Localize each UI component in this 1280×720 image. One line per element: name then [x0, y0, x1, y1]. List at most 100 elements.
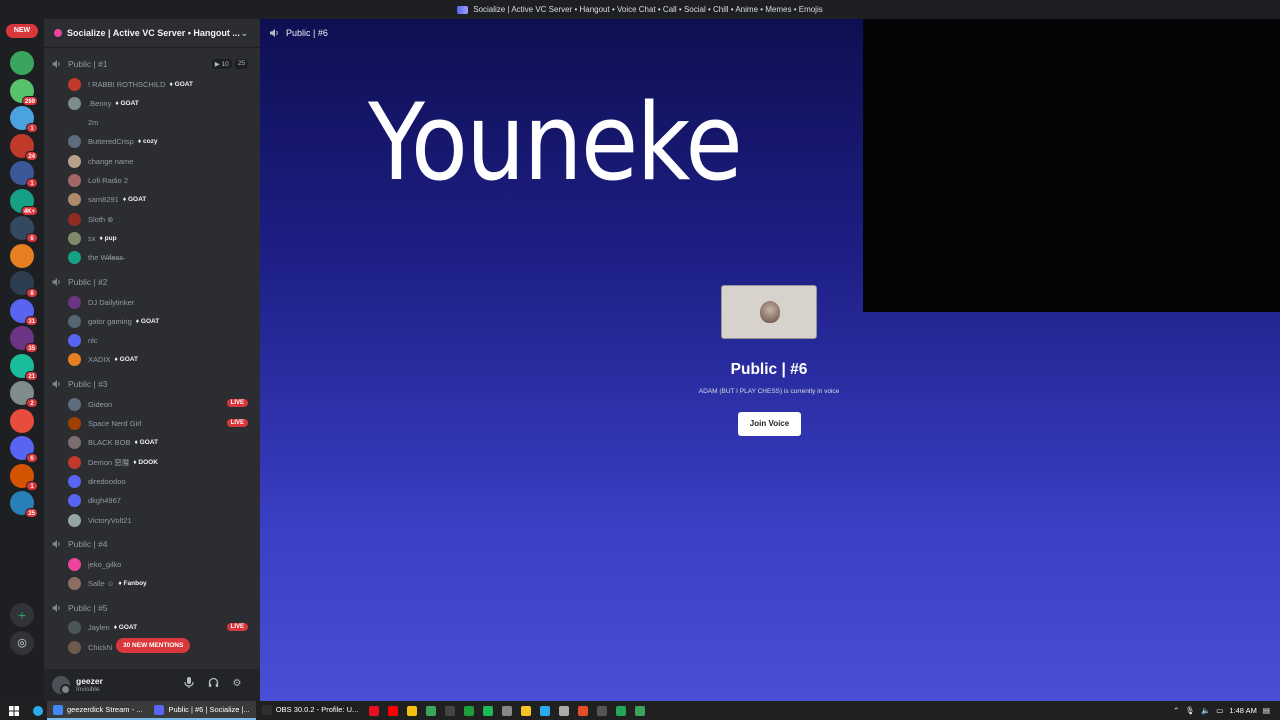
server-icon[interactable]: 35	[10, 326, 38, 353]
server-header[interactable]: Socialize | Active VC Server • Hangout .…	[44, 19, 260, 48]
taskbar-app[interactable]: geezerdick Stream - ...	[47, 701, 149, 720]
voice-member[interactable]: Sloth ⊗	[68, 211, 252, 227]
headphones-icon[interactable]	[206, 677, 220, 691]
server-icon[interactable]: 31	[10, 298, 38, 326]
card-title: Public | #6	[730, 361, 808, 378]
pinned-app-icon[interactable]	[592, 701, 611, 720]
avatar[interactable]	[52, 676, 71, 695]
chevron-up-icon[interactable]: ⌃	[1173, 706, 1179, 715]
camera-overlay	[863, 19, 1280, 312]
server-icon[interactable]: 4K+	[10, 188, 38, 216]
compass-icon[interactable]: ◎	[10, 631, 34, 655]
live-badge: LIVE	[226, 418, 248, 427]
pinned-app-icon[interactable]	[364, 701, 383, 720]
pinned-app-icon[interactable]	[630, 701, 649, 720]
voice-member[interactable]: change name	[68, 153, 252, 169]
pinned-app-icon[interactable]	[421, 701, 440, 720]
pinned-app-icon[interactable]	[497, 701, 516, 720]
new-badge[interactable]: NEW	[6, 24, 38, 38]
voice-channel-name: Public | #5	[68, 602, 108, 613]
voice-member[interactable]: gator gaming ♦ GOAT	[68, 313, 252, 329]
server-icon[interactable]: 6	[10, 216, 38, 243]
telegram-icon[interactable]	[28, 701, 47, 720]
server-rail: NEW 269 1 24 1 4K+ 6 8 31 35 21 2 6 1 25 + ◎	[0, 19, 44, 701]
channel-title: Public | #6	[286, 28, 328, 38]
pinned-app-icon[interactable]	[535, 701, 554, 720]
server-icon[interactable]	[10, 243, 34, 268]
voice-member[interactable]: ! RABBI ROTHSCHILD ♦ GOAT	[68, 76, 252, 92]
taskbar-app[interactable]: OBS 30.0.2 - Profile: U...	[256, 701, 365, 720]
avatar	[68, 77, 81, 91]
voice-member[interactable]: Salle ☺ ♦ Fanboy	[68, 576, 252, 592]
voice-member[interactable]: DJ Dailytinker	[68, 294, 252, 310]
microphone-tray-icon[interactable]: 🎙	[1185, 706, 1195, 715]
avatar	[68, 135, 81, 149]
gear-icon[interactable]: ⚙	[230, 677, 244, 691]
avatar	[68, 513, 81, 527]
chevron-down-icon[interactable]: ⌄	[240, 28, 248, 39]
windows-start-icon[interactable]	[0, 701, 28, 720]
voice-member[interactable]: Space Nerd Girl LIVE	[68, 416, 252, 432]
server-icon[interactable]: 1	[10, 463, 38, 491]
voice-member[interactable]: jeko_gilko	[68, 556, 252, 572]
voice-member[interactable]: 2m	[68, 115, 252, 131]
voice-member[interactable]: sam8291 ♦ GOAT	[68, 192, 252, 208]
server-icon[interactable]: 2	[10, 381, 38, 408]
volume-icon[interactable]: 🔈	[1201, 706, 1210, 715]
add-server-icon[interactable]: +	[10, 603, 34, 627]
join-voice-button[interactable]: Join Voice	[738, 412, 801, 436]
member-tag: ♦ GOAT	[134, 439, 158, 447]
voice-member[interactable]: nlc	[68, 333, 252, 349]
pinned-app-icon[interactable]	[440, 701, 459, 720]
voice-member[interactable]: diredoodoo	[68, 473, 252, 489]
server-icon[interactable]	[10, 51, 34, 75]
voice-member[interactable]: VictoryVolt21	[68, 512, 252, 528]
new-mentions-pill[interactable]: 30 NEW MENTIONS	[116, 638, 191, 653]
pinned-app-icon[interactable]	[554, 701, 573, 720]
pinned-app-icon[interactable]	[573, 701, 592, 720]
member-tag: ♦ cozy	[137, 138, 158, 146]
voice-member[interactable]: sx ♦ pup	[68, 230, 252, 246]
notifications-icon[interactable]: ▤	[1263, 706, 1270, 715]
server-icon[interactable]: 25	[10, 491, 38, 518]
avatar	[68, 334, 81, 348]
avatar	[68, 397, 81, 411]
avatar	[68, 116, 81, 130]
server-icon[interactable]: 269	[10, 78, 38, 106]
server-icon[interactable]: 8	[10, 271, 38, 298]
voice-member[interactable]: Demon 惡魔 ♦ DOOK	[68, 454, 252, 470]
voice-member[interactable]: the W̶i̶f̶e̶s̶s̶	[68, 250, 252, 266]
pinned-app-icon[interactable]	[478, 701, 497, 720]
voice-channel[interactable]: Public | #2	[52, 274, 252, 290]
voice-channel[interactable]: Public | #4	[52, 536, 252, 552]
voice-member[interactable]: XADIX ♦ GOAT	[68, 352, 252, 368]
server-icon[interactable]: 6	[10, 436, 38, 463]
network-icon[interactable]: ▭	[1216, 706, 1223, 715]
voice-member[interactable]: Gideon LIVE	[68, 396, 252, 412]
member-name: 2m	[88, 118, 99, 128]
pinned-app-icon[interactable]	[459, 701, 478, 720]
app-icon	[53, 704, 63, 715]
microphone-icon[interactable]	[182, 677, 196, 691]
channel-sidebar: Socialize | Active VC Server • Hangout .…	[44, 19, 260, 701]
voice-member[interactable]: .Benny ♦ GOAT	[68, 95, 252, 111]
server-icon[interactable]: 21	[10, 353, 38, 381]
voice-member[interactable]: ButteredCrisp ♦ cozy	[68, 134, 252, 150]
server-icon[interactable]: 1	[10, 161, 38, 188]
voice-member[interactable]: Lofi Radio 2	[68, 173, 252, 189]
voice-member[interactable]: BLACK BOB ♦ GOAT	[68, 435, 252, 451]
clock[interactable]: 1:48 AM	[1229, 706, 1257, 715]
server-icon[interactable]: 24	[10, 133, 38, 161]
pinned-app-icon[interactable]	[383, 701, 402, 720]
server-icon[interactable]	[10, 408, 34, 433]
voice-channel[interactable]: Public | #5	[52, 600, 252, 616]
pinned-app-icon[interactable]	[611, 701, 630, 720]
pinned-app-icon[interactable]	[402, 701, 421, 720]
voice-member[interactable]: Jaylen ♦ GOAT LIVE	[68, 620, 252, 636]
taskbar-app[interactable]: Public | #6 | Socialize |...	[148, 701, 256, 720]
server-icon[interactable]: 1	[10, 106, 38, 133]
voice-member[interactable]: dkgh4967	[68, 493, 252, 509]
pinned-app-icon[interactable]	[516, 701, 535, 720]
voice-channel[interactable]: Public | #1 ▶ 10 25	[52, 56, 252, 72]
voice-channel[interactable]: Public | #3	[52, 376, 252, 392]
